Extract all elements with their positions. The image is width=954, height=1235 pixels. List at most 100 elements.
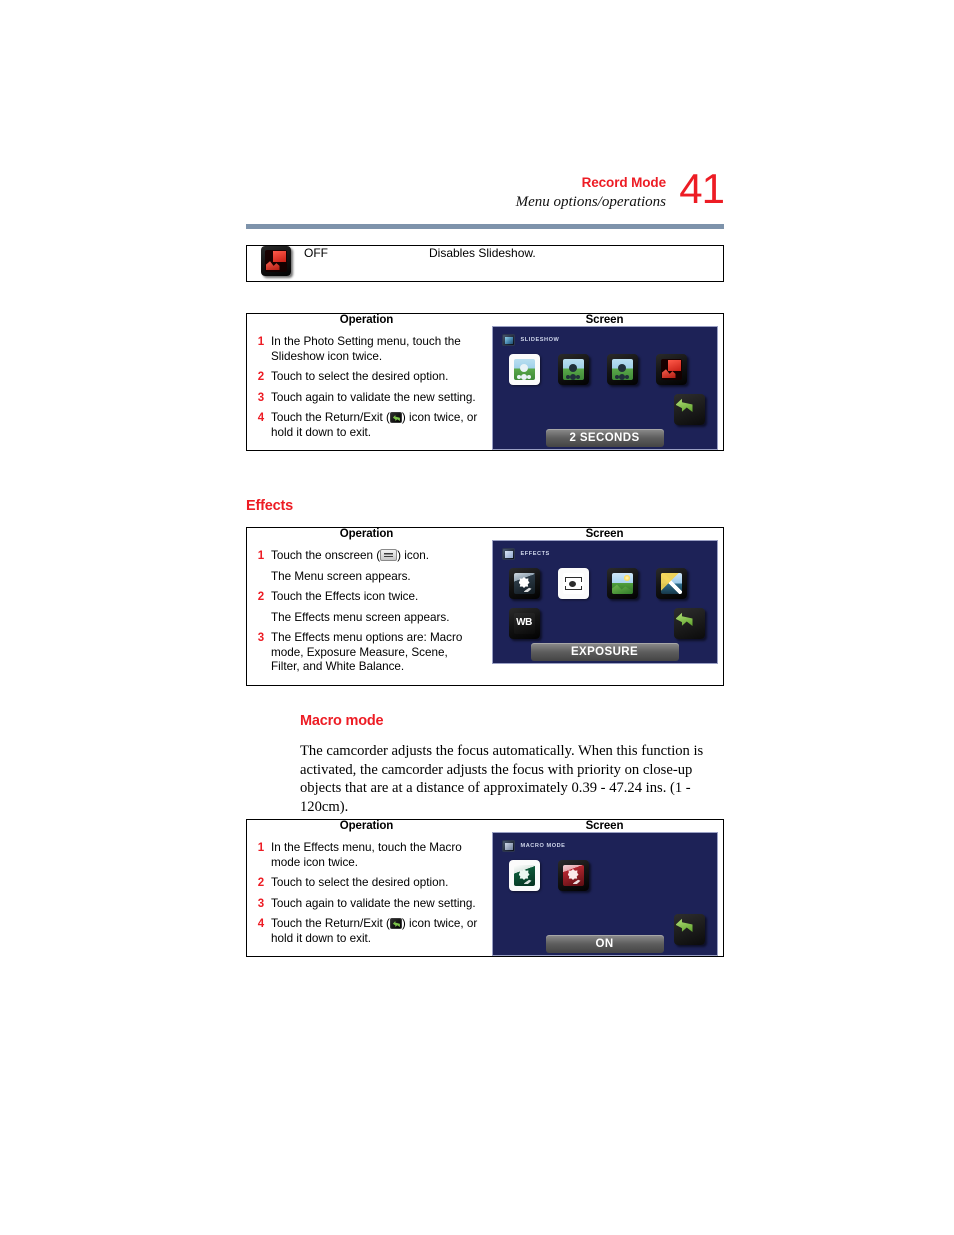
macro-off-icon[interactable] — [557, 860, 589, 891]
screen-selected-label: ON — [545, 935, 664, 953]
list-item: 4 Touch the Return/Exit () icon twice, o… — [253, 917, 478, 946]
slideshow-option-table: OFF Disables Slideshow. — [246, 245, 724, 282]
header-chapter-title: Record Mode — [581, 175, 667, 190]
page-header: Record Mode Menu options/operations 41 — [246, 165, 725, 230]
option-name-cell: OFF — [304, 246, 328, 260]
slideshow-operation-table: Operation Screen 1 In the Photo Setting … — [246, 313, 724, 451]
slideshow-2-seconds-slot[interactable] — [508, 354, 542, 387]
exposure-measure-slot[interactable] — [557, 568, 591, 601]
page-number: 41 — [679, 165, 725, 212]
screen-selected-label: 2 SECONDS — [545, 429, 664, 447]
table-row: 1 In the Photo Setting menu, touch the S… — [247, 326, 723, 450]
filter-icon[interactable] — [655, 568, 687, 599]
screen-icon-row — [508, 860, 707, 893]
step-number: 2 — [257, 877, 265, 889]
list-item: 2 Touch to select the desired option. — [253, 370, 478, 385]
screen-icon-row: WB — [508, 608, 707, 641]
slideshow-10-seconds-slot[interactable] — [606, 354, 640, 387]
list-item: 1 In the Photo Setting menu, touch the S… — [253, 335, 478, 364]
step-text: Touch the Return/Exit () icon twice, or … — [269, 917, 478, 946]
slideshow-5-seconds-slot[interactable] — [557, 354, 591, 387]
filter-slot[interactable] — [655, 568, 689, 601]
flower-glyph — [513, 573, 535, 594]
option-icon-cell — [247, 246, 304, 281]
step-number: 4 — [257, 412, 265, 424]
step-text-after: ) icon. — [397, 549, 429, 562]
scene-slot[interactable] — [606, 568, 640, 601]
wb-glyph: WB — [513, 613, 535, 634]
operation-steps-list: 1 In the Photo Setting menu, touch the S… — [247, 326, 486, 450]
section-heading-effects: Effects — [246, 498, 293, 514]
macro-on-slot[interactable] — [508, 860, 542, 893]
table-row: OFF Disables Slideshow. — [247, 246, 723, 281]
screen-title: EFFECTS — [520, 551, 550, 557]
slideshow-off-icon — [260, 246, 291, 276]
scene-glyph — [611, 573, 633, 594]
macro-off-slot[interactable] — [557, 860, 591, 893]
step-text: Touch again to validate the new setting. — [271, 896, 476, 910]
step-subtext: The Menu screen appears. — [271, 569, 411, 583]
list-item: 1 In the Effects menu, touch the Macro m… — [253, 841, 478, 870]
column-header-screen: Screen — [585, 528, 624, 540]
return-exit-slot[interactable] — [673, 394, 707, 427]
step-text-before: Touch the Return/Exit ( — [271, 411, 390, 424]
step-subtext: The Effects menu screen appears. — [271, 610, 450, 624]
white-balance-slot[interactable]: WB — [508, 608, 542, 641]
step-text: Touch to select the desired option. — [271, 876, 449, 889]
step-number: 3 — [257, 897, 265, 910]
slideshow-5-seconds-icon[interactable] — [557, 354, 589, 385]
effects-title-icon — [501, 548, 515, 560]
macro-mode-icon[interactable] — [508, 568, 540, 599]
step-number: 1 — [257, 550, 265, 562]
table-header-row: Operation Screen — [247, 528, 723, 540]
slideshow-off-icon[interactable] — [655, 354, 687, 385]
return-exit-icon[interactable] — [673, 914, 705, 945]
operation-steps-cell: 1 Touch the onscreen () icon. The Menu s… — [247, 540, 486, 685]
scene-icon[interactable] — [606, 568, 638, 599]
slideshow-2-seconds-icon[interactable] — [508, 354, 540, 385]
table-row: 1 Touch the onscreen () icon. The Menu s… — [247, 540, 723, 685]
macro-mode-slot[interactable] — [508, 568, 542, 601]
list-item: 2 Touch to select the desired option. — [253, 876, 478, 891]
screen-icon-row — [508, 568, 707, 601]
screen-title: MACRO MODE — [520, 843, 566, 849]
header-divider-rule — [246, 224, 724, 229]
return-exit-slot[interactable] — [673, 914, 707, 947]
list-item: 2 Touch the Effects icon twice. — [253, 590, 478, 605]
macro-on-icon[interactable] — [508, 860, 540, 891]
column-header-operation: Operation — [339, 528, 394, 540]
operation-steps-list: 1 Touch the onscreen () icon. The Menu s… — [247, 540, 486, 685]
step-text: Touch the onscreen () icon. — [269, 549, 478, 564]
screen-illustration-cell: MACRO MODE ON — [486, 832, 723, 956]
step-number: 1 — [257, 336, 265, 348]
screen-titlebar: EFFECTS — [501, 548, 550, 560]
screen-titlebar: SLIDESHOW — [501, 334, 560, 346]
screen-illustration-cell: EFFECTS WB EXPOSURE — [486, 540, 723, 685]
portrait-glyph — [611, 359, 633, 380]
exposure-glyph — [562, 573, 584, 594]
slideshow-off-slot[interactable] — [655, 354, 689, 387]
step-text: Touch again to validate the new setting. — [271, 390, 476, 404]
screen-illustration-cell: SLIDESHOW 2 SECONDS — [486, 326, 723, 450]
table-row: 1 In the Effects menu, touch the Macro m… — [247, 832, 723, 956]
step-text-before: Touch the Return/Exit ( — [271, 917, 390, 930]
slideshow-10-seconds-icon[interactable] — [606, 354, 638, 385]
white-balance-icon[interactable]: WB — [508, 608, 540, 639]
slideshow-title-icon — [501, 334, 515, 346]
return-exit-slot[interactable] — [673, 608, 707, 641]
portrait-glyph — [562, 359, 584, 380]
operation-steps-cell: 1 In the Effects menu, touch the Macro m… — [247, 832, 486, 956]
column-header-operation: Operation — [339, 314, 394, 326]
exposure-bracket — [563, 577, 582, 590]
slideshow-off-glyph — [264, 250, 287, 272]
table-header-row: Operation Screen — [247, 820, 723, 832]
operation-steps-cell: 1 In the Photo Setting menu, touch the S… — [247, 326, 486, 450]
flower-glyph — [562, 865, 584, 886]
return-exit-icon[interactable] — [673, 394, 705, 425]
return-exit-icon[interactable] — [673, 608, 705, 639]
exposure-measure-icon[interactable] — [557, 568, 589, 599]
slideshow-off-glyph — [660, 359, 682, 380]
step-text: The Effects menu options are: Macro mode… — [271, 631, 463, 673]
screen-selected-label: EXPOSURE MEASURE — [530, 643, 679, 661]
list-item: 3 The Effects menu options are: Macro mo… — [253, 631, 478, 675]
